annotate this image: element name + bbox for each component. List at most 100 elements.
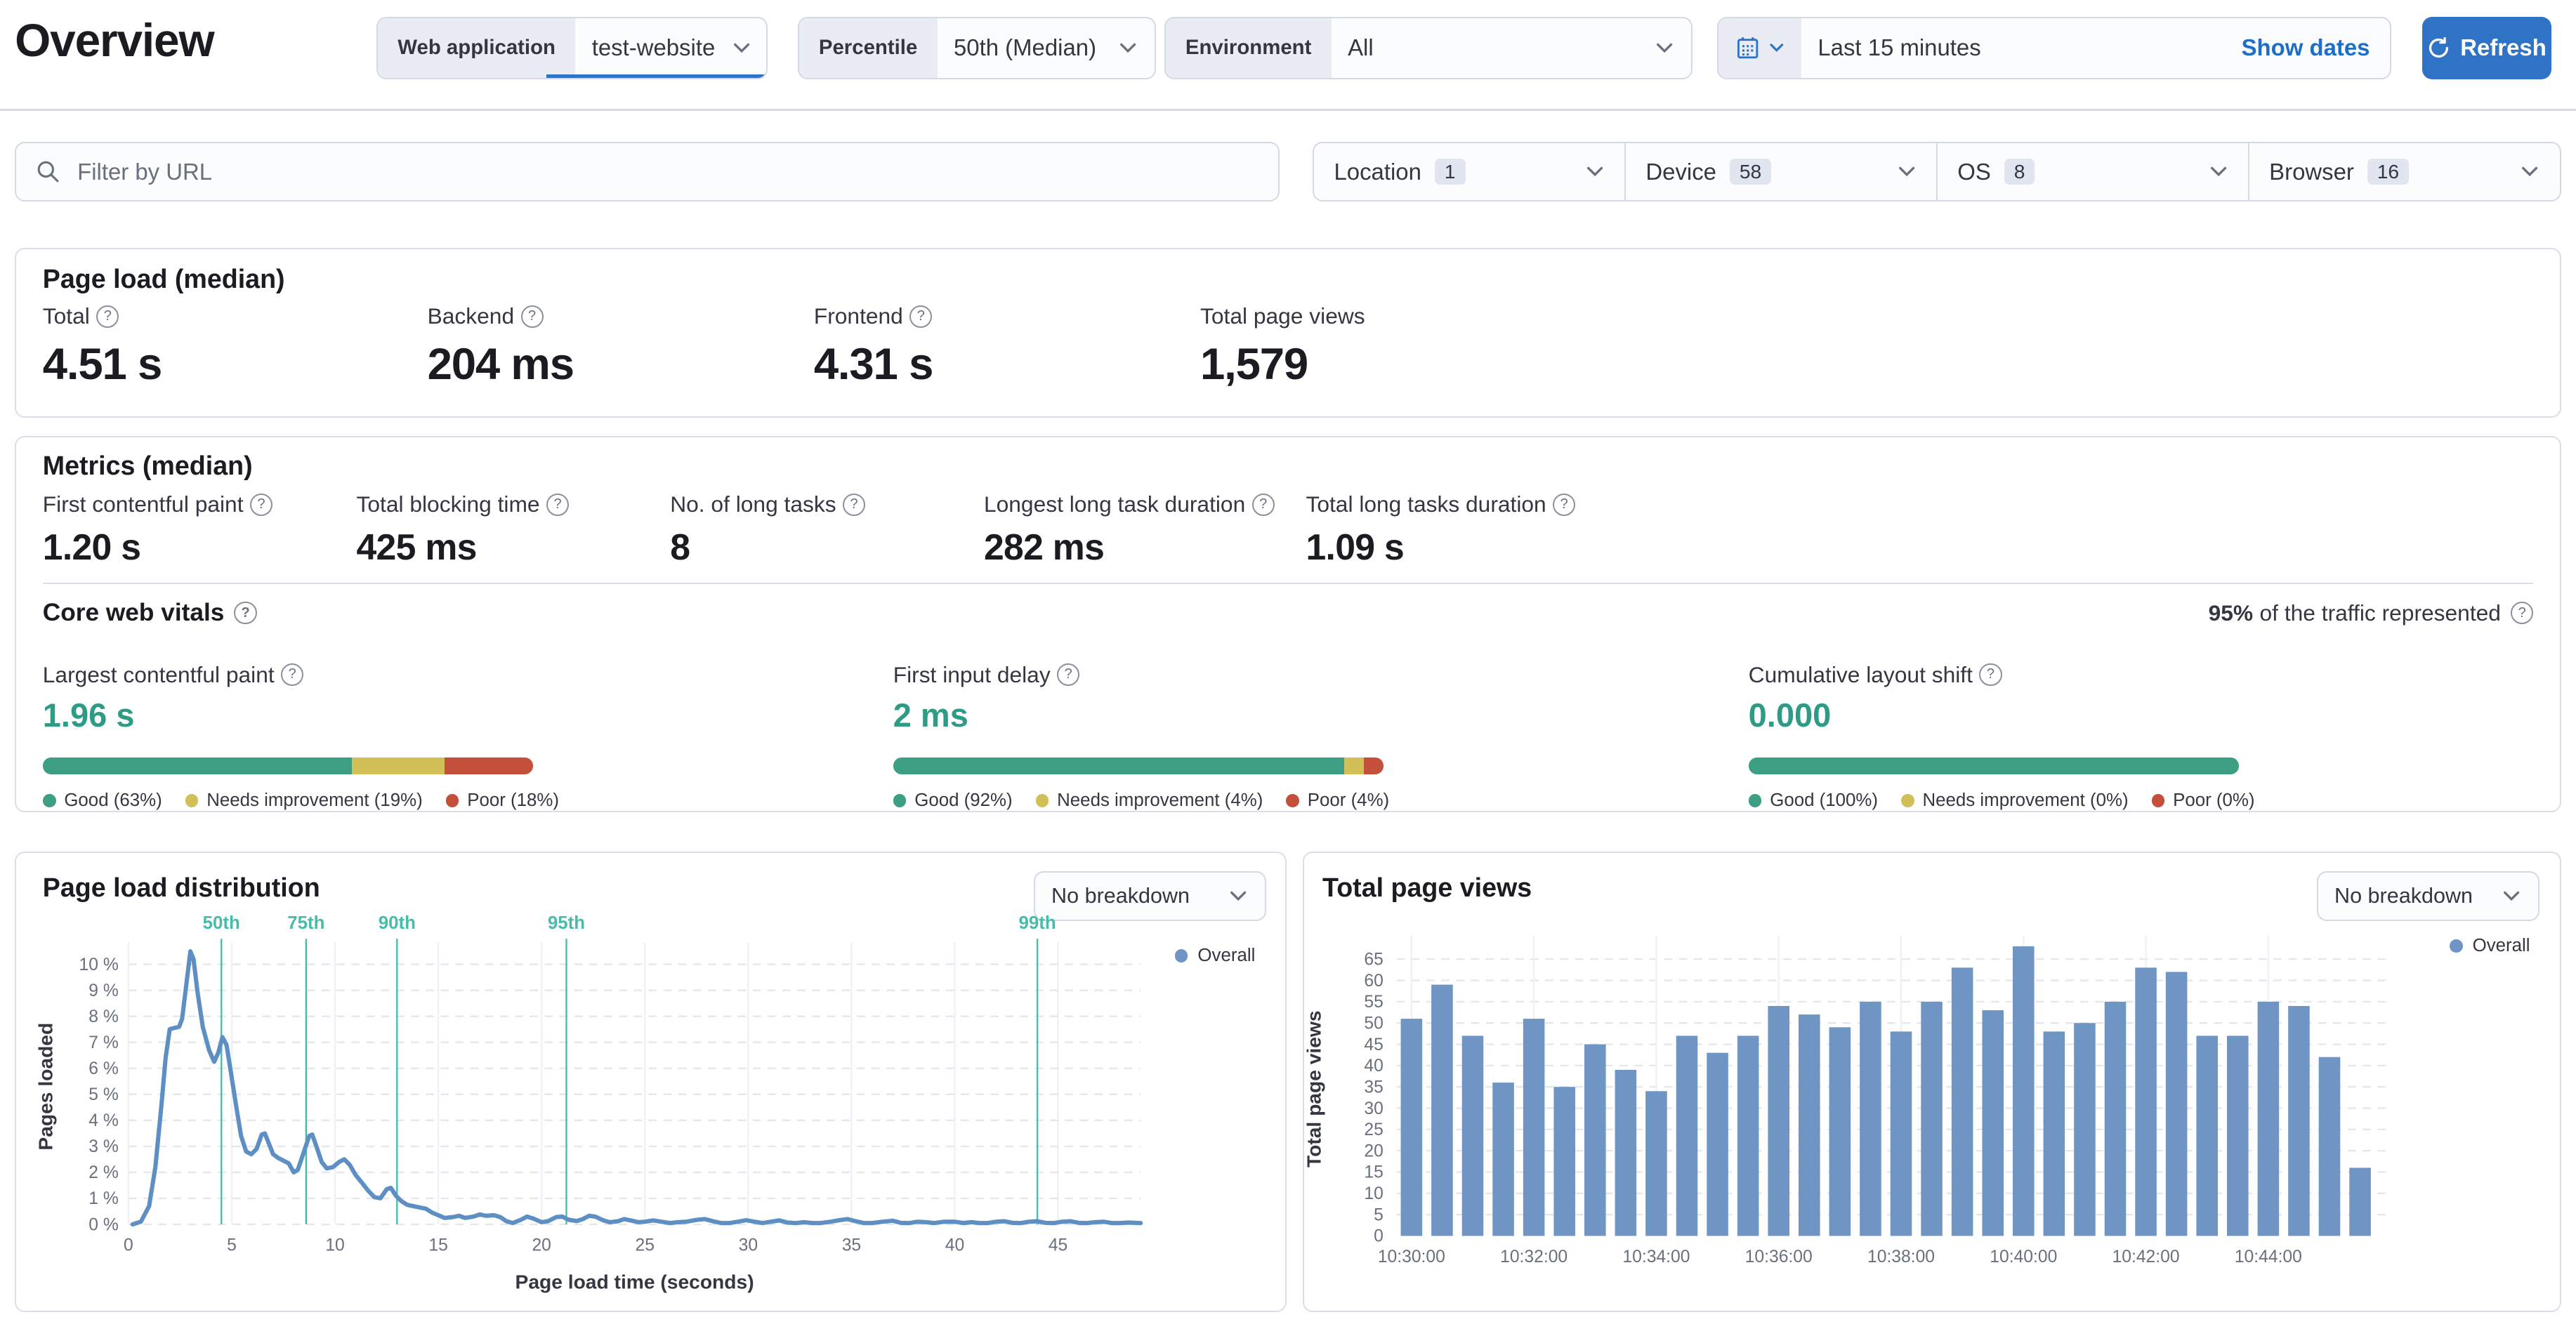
selected-underline xyxy=(546,74,767,78)
stat-value: 4.31 s xyxy=(813,340,934,390)
help-icon[interactable]: ? xyxy=(909,305,933,328)
stat-tbt: Total blocking time? 425 ms xyxy=(357,491,671,568)
filter-location[interactable]: Location 1 xyxy=(1314,143,1624,200)
stat-value: 282 ms xyxy=(983,527,1105,568)
page-load-panel: Page load (median) Total? 4.51 s Backend… xyxy=(15,247,2561,418)
legend-good: Good (100%) xyxy=(1748,790,1878,811)
percentile-label: Percentile xyxy=(799,18,938,78)
filter-browser[interactable]: Browser 16 xyxy=(2247,143,2560,200)
poor-segment xyxy=(1364,757,1384,774)
filter-device[interactable]: Device 58 xyxy=(1624,143,1936,200)
header-divider xyxy=(0,109,2576,111)
legend-needs-improvement: Needs improvement (19%) xyxy=(185,790,423,811)
svg-text:40: 40 xyxy=(1365,1057,1384,1076)
filter-os[interactable]: OS 8 xyxy=(1936,143,2248,200)
stat-label: Largest contentful paint xyxy=(42,661,275,687)
help-icon[interactable]: ? xyxy=(1057,663,1080,687)
time-picker[interactable]: Last 15 minutes Show dates xyxy=(1717,16,2391,79)
help-icon[interactable]: ? xyxy=(234,602,257,625)
panel-title: Metrics (median) xyxy=(42,450,253,480)
help-icon[interactable]: ? xyxy=(843,493,866,516)
svg-text:35: 35 xyxy=(1365,1078,1384,1097)
svg-text:9 %: 9 % xyxy=(88,981,119,1000)
svg-text:55: 55 xyxy=(1365,993,1384,1012)
stat-value: 204 ms xyxy=(427,340,574,390)
vital-value: 0.000 xyxy=(1748,696,1832,734)
chevron-down-icon xyxy=(2520,161,2539,181)
filter-label: Device xyxy=(1645,158,1716,185)
svg-text:4 %: 4 % xyxy=(88,1111,119,1130)
needs-improvement-segment xyxy=(351,757,445,774)
filter-label: Location xyxy=(1334,158,1421,185)
stat-label: Frontend xyxy=(813,303,903,329)
stat-value: 1.09 s xyxy=(1306,527,1405,568)
svg-text:3 %: 3 % xyxy=(88,1137,119,1156)
search-icon xyxy=(38,161,59,183)
svg-text:6 %: 6 % xyxy=(88,1059,119,1078)
url-filter-input-wrap[interactable] xyxy=(15,142,1280,201)
svg-text:7 %: 7 % xyxy=(88,1033,119,1052)
stat-value: 4.51 s xyxy=(42,340,163,390)
stat-label: No. of long tasks xyxy=(670,491,836,517)
web-application-select[interactable]: Web application test-website xyxy=(376,16,768,79)
page-load-distribution-chart: 0 5 10 15 20 25 30 35 40 45 0 % 1 % 2 % 3 % 4 % 5 % 6 % 7… xyxy=(34,913,1143,1293)
good-segment xyxy=(42,757,352,774)
help-icon[interactable]: ? xyxy=(249,493,273,516)
vital-cls: Cumulative layout shift? 0.000 Good (100… xyxy=(1748,662,2277,812)
chevron-down-icon xyxy=(1655,18,1691,78)
web-application-label: Web application xyxy=(378,18,576,78)
svg-text:0 %: 0 % xyxy=(88,1216,119,1235)
svg-text:50: 50 xyxy=(1365,1014,1384,1033)
svg-text:75th: 75th xyxy=(287,913,324,933)
help-icon[interactable]: ? xyxy=(2511,602,2534,625)
url-filter-input[interactable] xyxy=(74,157,1279,187)
svg-text:25: 25 xyxy=(1365,1120,1384,1139)
traffic-represented-note: 95% of the traffic represented ? xyxy=(2209,600,2534,626)
stat-label: Total xyxy=(42,303,90,329)
stat-label: Total blocking time xyxy=(356,491,540,517)
help-icon[interactable]: ? xyxy=(96,305,119,328)
legend-poor: Poor (0%) xyxy=(2151,790,2255,811)
stat-frontend: Frontend? 4.31 s xyxy=(814,303,1200,390)
svg-text:60: 60 xyxy=(1365,972,1384,991)
help-icon[interactable]: ? xyxy=(520,305,544,328)
svg-text:50th: 50th xyxy=(203,913,240,933)
filter-label: Browser xyxy=(2269,158,2354,185)
environment-select[interactable]: Environment All xyxy=(1164,16,1693,79)
svg-text:95th: 95th xyxy=(548,913,585,933)
stat-label: Total page views xyxy=(1200,303,1365,329)
metrics-panel: Metrics (median) First contentful paint?… xyxy=(15,435,2561,812)
vital-bar xyxy=(42,757,534,774)
stat-value: 425 ms xyxy=(356,527,478,568)
svg-text:15: 15 xyxy=(1365,1163,1384,1182)
help-icon[interactable]: ? xyxy=(1553,493,1576,516)
vital-fid: First input delay? 2 ms Good (92%) Needs… xyxy=(893,662,1421,812)
svg-text:45: 45 xyxy=(1049,1236,1067,1255)
svg-text:10:40:00: 10:40:00 xyxy=(1990,1247,2057,1266)
percentile-value: 50th (Median) xyxy=(954,34,1097,61)
svg-text:10: 10 xyxy=(1365,1184,1384,1203)
svg-text:10:44:00: 10:44:00 xyxy=(2235,1247,2302,1266)
svg-text:10 %: 10 % xyxy=(79,955,119,974)
svg-text:Pages loaded: Pages loaded xyxy=(34,1023,57,1151)
legend-good: Good (63%) xyxy=(42,790,162,811)
core-web-vitals-title: Core web vitals? xyxy=(43,599,257,627)
legend-needs-improvement: Needs improvement (0%) xyxy=(1900,790,2129,811)
refresh-button[interactable]: Refresh xyxy=(2422,16,2551,79)
time-range-value[interactable]: Last 15 minutes xyxy=(1801,18,2242,78)
help-icon[interactable]: ? xyxy=(1251,493,1275,516)
svg-text:10:36:00: 10:36:00 xyxy=(1745,1247,1813,1266)
svg-text:10:42:00: 10:42:00 xyxy=(2112,1247,2180,1266)
legend-needs-improvement: Needs improvement (4%) xyxy=(1035,790,1263,811)
svg-text:90th: 90th xyxy=(379,913,416,933)
help-icon[interactable]: ? xyxy=(546,493,570,516)
svg-text:10:34:00: 10:34:00 xyxy=(1623,1247,1690,1266)
time-picker-quick-menu[interactable] xyxy=(1719,18,1801,78)
help-icon[interactable]: ? xyxy=(1979,663,2002,687)
svg-text:0: 0 xyxy=(124,1236,133,1255)
help-icon[interactable]: ? xyxy=(281,663,304,687)
show-dates-link[interactable]: Show dates xyxy=(2242,18,2390,78)
percentile-select[interactable]: Percentile 50th (Median) xyxy=(797,16,1156,79)
stat-value: 1,579 xyxy=(1200,340,1308,390)
web-application-value: test-website xyxy=(591,34,716,61)
